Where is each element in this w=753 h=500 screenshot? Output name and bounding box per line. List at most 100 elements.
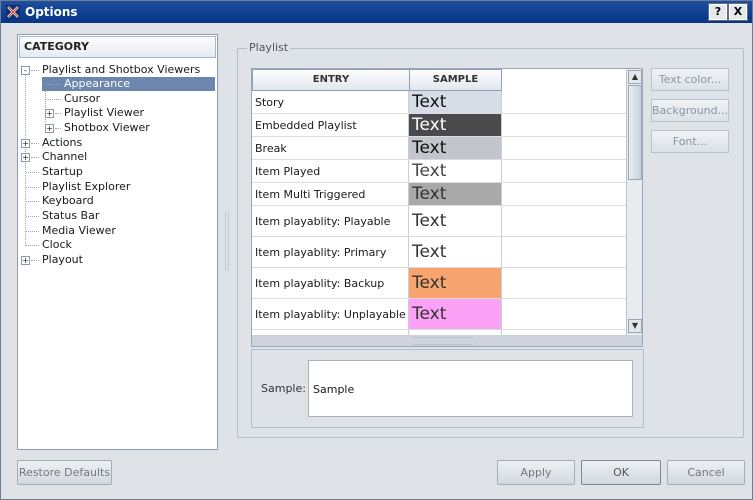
table-row[interactable]: Item Multi Triggered Text (252, 183, 626, 206)
column-header-entry[interactable]: ENTRY (252, 69, 410, 91)
font-button[interactable]: Font... (651, 130, 729, 153)
entry-cell[interactable]: Item playablity: Backup (252, 268, 409, 298)
tree-item-startup[interactable]: Startup (18, 165, 217, 180)
entry-cell[interactable]: Item Played (252, 160, 409, 182)
sample-cell[interactable]: Text (409, 91, 502, 113)
tree-item-playlist-viewer[interactable]: + Playlist Viewer (18, 106, 217, 121)
apply-button[interactable]: Apply (497, 460, 575, 485)
tree-item-media-viewer[interactable]: Media Viewer (18, 224, 217, 239)
tree-item-label: Keyboard (42, 194, 94, 207)
sample-cell[interactable] (409, 330, 502, 335)
sample-preview-text: Sample (313, 383, 355, 396)
category-panel: CATEGORY - Playlist and Shotbox Viewers … (17, 34, 218, 450)
tree-connector (31, 143, 39, 144)
sample-cell[interactable]: Text (409, 137, 502, 159)
options-dialog: Options ? X CATEGORY - Playlist and Shot… (0, 0, 753, 500)
tree-item-label: Playlist Explorer (42, 180, 131, 193)
grid-vertical-scrollbar[interactable]: ▲ ▼ (626, 69, 642, 335)
background-button[interactable]: Background... (651, 99, 729, 122)
entry-cell[interactable]: Story (252, 91, 409, 113)
tree-item-clock[interactable]: Clock (18, 238, 217, 253)
tree-item-channel[interactable]: + Channel (18, 150, 217, 165)
sample-label: Sample: (261, 382, 306, 395)
entry-cell[interactable]: Item playablity: Primary (252, 237, 409, 267)
close-button[interactable]: X (728, 3, 748, 21)
entry-cell[interactable]: Item Multi Triggered (252, 183, 409, 205)
tree-item-playout[interactable]: + Playout (18, 253, 217, 268)
expand-icon[interactable]: + (21, 153, 30, 162)
tree-item-label: Shotbox Viewer (64, 121, 150, 134)
scroll-thumb[interactable] (628, 85, 642, 180)
help-button[interactable]: ? (708, 3, 728, 21)
tree-item-actions[interactable]: + Actions (18, 136, 217, 151)
tree-connector (26, 172, 39, 173)
tree-item-label: Playout (42, 253, 83, 266)
table-row[interactable]: Item playablity: Unplayable Text (252, 299, 626, 330)
sample-cell[interactable]: Text (409, 114, 502, 136)
sample-cell[interactable]: Text (409, 160, 502, 182)
tree-item-label: Appearance (64, 77, 131, 90)
tree-connector (31, 70, 39, 71)
tree-item-cursor[interactable]: Cursor (18, 92, 217, 107)
table-row[interactable]: Item playablity: Backup Text (252, 268, 626, 299)
sample-cell[interactable]: Text (409, 206, 502, 236)
playlist-group-label: Playlist (247, 41, 291, 54)
collapse-icon[interactable]: - (21, 66, 30, 75)
entry-cell[interactable]: Embedded Playlist (252, 114, 409, 136)
entry-cell[interactable]: Item playablity: Playable (252, 206, 409, 236)
tree-connector (26, 201, 39, 202)
table-row[interactable]: Story Text (252, 91, 626, 114)
tree-connector (26, 216, 39, 217)
scroll-down-icon[interactable]: ▼ (628, 319, 642, 333)
tree-connector (55, 128, 61, 129)
tree-item-label: Status Bar (42, 209, 100, 222)
table-row[interactable]: Item Played Text (252, 160, 626, 183)
category-header: CATEGORY (19, 36, 216, 58)
tree-item-label: Startup (42, 165, 83, 178)
tree-item-status-bar[interactable]: Status Bar (18, 209, 217, 224)
app-icon (6, 5, 20, 19)
table-row[interactable]: Embedded Playlist Text (252, 114, 626, 137)
tree-item-label: Media Viewer (42, 224, 116, 237)
sample-cell[interactable]: Text (409, 299, 502, 329)
tree-item-shotbox-viewer[interactable]: + Shotbox Viewer (18, 121, 217, 136)
grid-resize-grip[interactable] (413, 337, 473, 345)
panel-splitter[interactable] (225, 211, 229, 271)
text-color-button[interactable]: Text color... (651, 68, 729, 91)
entry-cell[interactable]: Break (252, 137, 409, 159)
expand-icon[interactable]: + (21, 256, 30, 265)
table-row[interactable]: Break Text (252, 137, 626, 160)
tree-item-label: Actions (42, 136, 83, 149)
tree-item-playlist-and-shotbox-viewers[interactable]: - Playlist and Shotbox Viewers (18, 63, 217, 78)
table-row[interactable]: Item playablity: Primary Text (252, 237, 626, 268)
ok-button[interactable]: OK (581, 460, 661, 485)
tree-connector (46, 84, 61, 85)
expand-icon[interactable]: + (21, 139, 30, 148)
tree-connector (26, 187, 39, 188)
tree-connector (31, 260, 39, 261)
tree-item-label: Clock (42, 238, 72, 251)
restore-defaults-button[interactable]: Restore Defaults (17, 460, 112, 485)
entry-grid: ENTRY SAMPLE Story Text Embedded Playlist T… (252, 69, 626, 335)
tree-item-label: Playlist and Shotbox Viewers (42, 63, 201, 76)
tree-connector (46, 99, 61, 100)
sample-cell[interactable]: Text (409, 183, 502, 205)
tree-item-appearance[interactable]: Appearance (42, 77, 215, 91)
tree-item-keyboard[interactable]: Keyboard (18, 194, 217, 209)
tree-item-playlist-explorer[interactable]: Playlist Explorer (18, 180, 217, 195)
title-bar[interactable]: Options ? X (1, 1, 752, 23)
sample-cell[interactable]: Text (409, 268, 502, 298)
column-header-sample[interactable]: SAMPLE (409, 69, 502, 91)
tree-item-label: Channel (42, 150, 88, 163)
sample-preview: Sample (308, 360, 633, 417)
scroll-up-icon[interactable]: ▲ (628, 70, 642, 84)
sample-cell[interactable]: Text (409, 237, 502, 267)
cancel-button[interactable]: Cancel (667, 460, 745, 485)
tree-item-label: Cursor (64, 92, 101, 105)
expand-icon[interactable]: + (45, 109, 54, 118)
table-row[interactable] (252, 330, 626, 335)
entry-cell[interactable] (252, 330, 409, 335)
table-row[interactable]: Item playablity: Playable Text (252, 206, 626, 237)
entry-cell[interactable]: Item playablity: Unplayable (252, 299, 409, 329)
expand-icon[interactable]: + (45, 124, 54, 133)
